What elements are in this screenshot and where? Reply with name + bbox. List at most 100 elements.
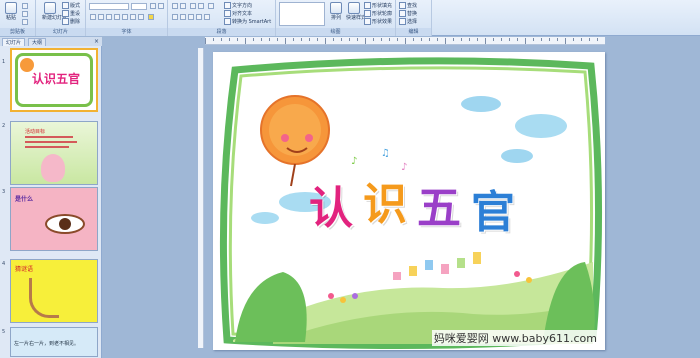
replace-icon [399, 10, 406, 17]
slide-thumb-2[interactable]: 活动目标 [10, 121, 98, 185]
shape-effects-button[interactable]: 形状效果 [364, 18, 392, 25]
slide-thumb-1[interactable]: 认识五官 [10, 48, 98, 112]
paste-icon [5, 2, 17, 14]
house [457, 258, 465, 268]
title-char[interactable]: 识 [363, 168, 407, 232]
thumb-title: 认识五官 [32, 72, 81, 86]
bullets-icon[interactable] [172, 3, 178, 9]
layout-button[interactable]: 版式 [62, 2, 80, 9]
columns-icon[interactable] [204, 14, 210, 20]
eye-illustration [45, 214, 85, 234]
slide-number: 1 [2, 59, 6, 65]
text-direction-button[interactable]: 文字方向 [224, 2, 252, 9]
house [425, 260, 433, 270]
slide-number: 2 [2, 123, 6, 129]
tab-slides[interactable]: 幻灯片 [2, 38, 26, 46]
thumb-title: 猜谜语 [15, 266, 34, 273]
bold-icon[interactable] [90, 14, 96, 20]
house [441, 264, 449, 274]
decrease-indent-icon[interactable] [190, 3, 196, 9]
slide-thumb-3[interactable]: 是什么 [10, 187, 98, 251]
flower [352, 293, 358, 299]
layout-icon [62, 2, 69, 9]
shadow-icon[interactable] [122, 14, 128, 20]
music-note-icon: ♫ [381, 148, 390, 159]
font-color-icon[interactable] [148, 14, 154, 20]
drawing-group: 排列 快速样式 形状填充 形状轮廓 形状效果 绘图 [276, 0, 396, 36]
text-direction-icon [224, 2, 231, 9]
increase-indent-icon[interactable] [198, 3, 204, 9]
italic-icon[interactable] [98, 14, 104, 20]
group-label-font: 字体 [86, 28, 167, 36]
replace-button[interactable]: 替换 [399, 10, 417, 17]
smartart-icon [224, 18, 231, 25]
slide-canvas[interactable]: ♪ ♫ ♪ 认 识 五 官 妈咪爱婴网 www.baby611.com [213, 52, 605, 350]
new-slide-icon [44, 2, 56, 14]
slide-thumb-5[interactable]: 左一片右一片，到老不相见。 [10, 327, 98, 357]
quick-styles-button[interactable]: 快速样式 [346, 2, 366, 21]
font-name-combo[interactable] [89, 3, 129, 10]
arrange-button[interactable]: 排列 [328, 2, 344, 21]
format-painter-icon[interactable] [22, 19, 28, 25]
new-slide-button[interactable]: 新建幻灯片 [42, 2, 67, 21]
select-button[interactable]: 选择 [399, 18, 417, 25]
find-button[interactable]: 查找 [399, 2, 417, 9]
align-left-icon[interactable] [172, 14, 178, 20]
align-right-icon[interactable] [188, 14, 194, 20]
reset-button[interactable]: 重设 [62, 10, 80, 17]
group-label-paragraph: 段落 [168, 28, 275, 36]
flower [340, 297, 346, 303]
change-case-icon[interactable] [138, 14, 144, 20]
align-text-button[interactable]: 对齐文本 [224, 10, 252, 17]
arrange-icon [330, 2, 342, 14]
shapes-gallery[interactable] [279, 2, 325, 26]
thumb-title: 是什么 [15, 196, 34, 203]
font-size-combo[interactable] [131, 3, 147, 10]
grow-font-icon[interactable] [150, 3, 156, 9]
justify-icon[interactable] [196, 14, 202, 20]
watermark: 妈咪爱婴网 www.baby611.com [431, 330, 599, 346]
thumb-title: 活动目标 [25, 129, 46, 135]
girl-illustration [41, 154, 65, 182]
clipboard-group: 粘贴 剪贴板 [0, 0, 36, 36]
cut-icon[interactable] [22, 3, 28, 9]
powerpoint-window: 粘贴 剪贴板 新建幻灯片 版式 重设 删除 幻灯片 字体 文字方向 对齐文本 转… [0, 0, 700, 358]
slide-number: 4 [2, 261, 6, 267]
title-char[interactable]: 五 [417, 172, 461, 236]
tree [235, 272, 307, 342]
tab-outline[interactable]: 大纲 [28, 38, 47, 46]
title-char[interactable]: 认 [309, 172, 353, 236]
delete-button[interactable]: 删除 [62, 18, 80, 25]
house [393, 272, 401, 280]
smartart-button[interactable]: 转换为 SmartArt [224, 18, 271, 25]
close-pane-icon[interactable]: × [94, 38, 99, 45]
vertical-ruler[interactable] [198, 48, 204, 348]
title-char[interactable]: 官 [471, 176, 515, 240]
group-label-editing: 编辑 [396, 28, 431, 36]
ribbon: 粘贴 剪贴板 新建幻灯片 版式 重设 删除 幻灯片 字体 文字方向 对齐文本 转… [0, 0, 700, 36]
flower [526, 277, 532, 283]
paste-button[interactable]: 粘贴 [4, 2, 18, 21]
shape-outline-button[interactable]: 形状轮廓 [364, 10, 392, 17]
quick-styles-icon [348, 2, 360, 14]
horizontal-ruler[interactable] [205, 37, 605, 45]
align-center-icon[interactable] [180, 14, 186, 20]
line-spacing-icon[interactable] [208, 3, 214, 9]
shrink-font-icon[interactable] [158, 3, 164, 9]
group-label-drawing: 绘图 [276, 28, 395, 36]
paragraph-group: 文字方向 对齐文本 转换为 SmartArt 段落 [168, 0, 276, 36]
delete-icon [62, 18, 69, 25]
copy-icon[interactable] [22, 11, 28, 17]
font-group: 字体 [86, 0, 168, 36]
underline-icon[interactable] [106, 14, 112, 20]
editing-group: 查找 替换 选择 编辑 [396, 0, 432, 36]
strikethrough-icon[interactable] [114, 14, 120, 20]
house [409, 266, 417, 276]
spacing-icon[interactable] [130, 14, 136, 20]
pupil [59, 218, 71, 230]
flower [328, 293, 334, 299]
cloud [461, 96, 501, 112]
slide-thumb-4[interactable]: 猜谜语 [10, 259, 98, 323]
numbering-icon[interactable] [180, 3, 186, 9]
shape-fill-button[interactable]: 形状填充 [364, 2, 392, 9]
